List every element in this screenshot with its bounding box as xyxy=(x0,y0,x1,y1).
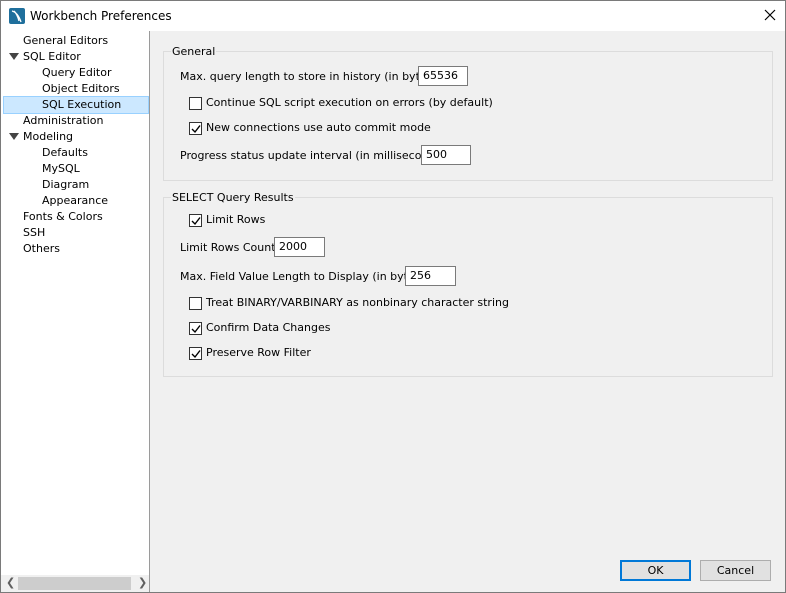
max-field-length-input[interactable]: 256 xyxy=(405,266,456,286)
limit-rows-count-input[interactable]: 2000 xyxy=(274,237,325,257)
auto-commit-checkbox[interactable] xyxy=(189,122,202,135)
preserve-row-filter-label: Preserve Row Filter xyxy=(206,346,311,359)
progress-interval-input[interactable]: 500 xyxy=(421,145,471,165)
tree-item-fonts-colors[interactable]: Fonts & Colors xyxy=(23,209,103,225)
select-results-group-title: SELECT Query Results xyxy=(171,191,295,204)
confirm-data-changes-checkbox[interactable] xyxy=(189,322,202,335)
select-results-group: SELECT Query Results Limit Rows Limit Ro… xyxy=(163,191,773,377)
max-field-length-label: Max. Field Value Length to Display (in b… xyxy=(180,270,429,283)
tree-item-administration[interactable]: Administration xyxy=(23,113,104,129)
tree-item-sql-editor[interactable]: SQL Editor xyxy=(23,49,81,65)
tree-item-defaults[interactable]: Defaults xyxy=(42,145,88,161)
limit-rows-count-label: Limit Rows Count: xyxy=(180,241,280,254)
checkmark-icon xyxy=(191,325,201,334)
general-group: General Max. query length to store in hi… xyxy=(163,45,773,181)
horizontal-scrollbar[interactable]: ❮ ❯ xyxy=(1,575,149,592)
general-group-title: General xyxy=(171,45,217,58)
ok-button[interactable]: OK xyxy=(620,560,691,581)
triangle-down-icon[interactable] xyxy=(9,53,19,60)
confirm-data-changes-label: Confirm Data Changes xyxy=(206,321,331,334)
continue-on-errors-checkbox[interactable] xyxy=(189,97,202,110)
progress-interval-label: Progress status update interval (in mill… xyxy=(180,149,450,162)
mysql-dolphin-icon xyxy=(9,8,25,24)
auto-commit-label: New connections use auto commit mode xyxy=(206,121,431,134)
scroll-left-icon[interactable]: ❮ xyxy=(6,576,15,589)
checkmark-icon xyxy=(191,217,201,226)
tree-item-appearance[interactable]: Appearance xyxy=(42,193,108,209)
limit-rows-checkbox[interactable] xyxy=(189,214,202,227)
scrollbar-thumb[interactable] xyxy=(18,577,131,590)
triangle-down-icon[interactable] xyxy=(9,133,19,140)
checkmark-icon xyxy=(191,350,201,359)
treat-binary-label: Treat BINARY/VARBINARY as nonbinary char… xyxy=(206,296,509,309)
cancel-button[interactable]: Cancel xyxy=(700,560,771,581)
scroll-right-icon[interactable]: ❯ xyxy=(138,576,147,589)
preserve-row-filter-checkbox[interactable] xyxy=(189,347,202,360)
checkmark-icon xyxy=(191,125,201,134)
max-query-length-input[interactable]: 65536 xyxy=(418,66,468,86)
tree-item-sql-execution[interactable]: SQL Execution xyxy=(3,96,149,114)
tree-item-modeling[interactable]: Modeling xyxy=(23,129,73,145)
tree-item-others[interactable]: Others xyxy=(23,241,60,257)
tree-item-general-editors[interactable]: General Editors xyxy=(23,33,108,49)
tree-item-mysql[interactable]: MySQL xyxy=(42,161,80,177)
close-button[interactable] xyxy=(755,1,785,31)
tree-item-object-editors[interactable]: Object Editors xyxy=(42,81,120,97)
tree-item-query-editor[interactable]: Query Editor xyxy=(42,65,111,81)
limit-rows-label: Limit Rows xyxy=(206,213,266,226)
treat-binary-checkbox[interactable] xyxy=(189,297,202,310)
tree-item-ssh[interactable]: SSH xyxy=(23,225,45,241)
close-icon xyxy=(764,9,776,24)
window-title: Workbench Preferences xyxy=(30,9,172,23)
max-query-length-label: Max. query length to store in history (i… xyxy=(180,70,441,83)
title-bar: Workbench Preferences xyxy=(1,1,785,31)
tree-item-diagram[interactable]: Diagram xyxy=(42,177,89,193)
preferences-tree[interactable]: General Editors SQL Editor Query Editor … xyxy=(1,31,150,592)
preferences-window: Workbench Preferences General Editors SQ… xyxy=(0,0,786,593)
continue-on-errors-label: Continue SQL script execution on errors … xyxy=(206,96,493,109)
